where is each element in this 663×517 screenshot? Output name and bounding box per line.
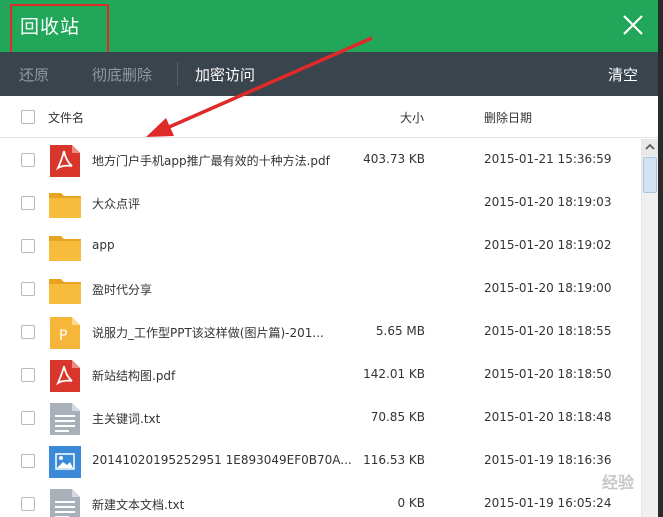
file-size: 403.73 KB	[363, 152, 425, 166]
file-row[interactable]: 大众点评 2015-01-20 18:19:03	[0, 182, 640, 225]
file-delete-date: 2015-01-21 15:36:59	[484, 152, 612, 166]
file-delete-date: 2015-01-20 18:18:48	[484, 410, 612, 424]
row-checkbox[interactable]	[21, 325, 35, 339]
file-delete-date: 2015-01-19 18:16:36	[484, 453, 612, 467]
column-header: 文件名 大小 删除日期	[0, 96, 658, 138]
file-row[interactable]: app 2015-01-20 18:19:02	[0, 225, 640, 268]
file-name[interactable]: 新站结构图.pdf	[92, 367, 175, 384]
file-size: 0 KB	[397, 496, 425, 510]
row-checkbox[interactable]	[21, 239, 35, 253]
close-button[interactable]	[616, 8, 650, 42]
chevron-up-icon	[645, 143, 655, 150]
file-name[interactable]: 主关键词.txt	[92, 410, 160, 427]
file-row[interactable]: 20141020195252951 1E893049EF0B70A... 116…	[0, 440, 640, 483]
pdf-icon	[48, 144, 82, 178]
select-all-checkbox[interactable]	[21, 110, 35, 124]
ppt-icon: P	[48, 316, 82, 350]
folder-icon	[48, 187, 82, 221]
folder-icon	[48, 273, 82, 307]
file-name[interactable]: 说服力_工作型PPT该这样做(图片篇)-201...	[92, 324, 324, 341]
image-icon	[48, 445, 82, 479]
toolbar: 还原 彻底删除 加密访问 清空	[0, 52, 658, 96]
txt-icon	[48, 402, 82, 436]
file-name[interactable]: 盈时代分享	[92, 281, 152, 298]
file-name[interactable]: 地方门户手机app推广最有效的十种方法.pdf	[92, 152, 330, 169]
file-delete-date: 2015-01-20 18:19:00	[484, 281, 612, 295]
permanent-delete-button[interactable]: 彻底删除	[92, 64, 152, 85]
close-icon	[623, 15, 643, 35]
file-delete-date: 2015-01-20 18:19:03	[484, 195, 612, 209]
file-delete-date: 2015-01-20 18:18:50	[484, 367, 612, 381]
row-checkbox[interactable]	[21, 153, 35, 167]
file-row[interactable]: 新站结构图.pdf 142.01 KB 2015-01-20 18:18:50	[0, 354, 640, 397]
encrypt-access-button[interactable]: 加密访问	[195, 64, 255, 85]
file-row[interactable]: P 说服力_工作型PPT该这样做(图片篇)-201... 5.65 MB 201…	[0, 311, 640, 354]
scroll-up-button[interactable]	[642, 139, 658, 156]
file-name[interactable]: 新建文本文档.txt	[92, 496, 184, 513]
column-name[interactable]: 文件名	[48, 109, 84, 126]
row-checkbox[interactable]	[21, 196, 35, 210]
svg-text:P: P	[59, 328, 67, 344]
file-row[interactable]: 盈时代分享 2015-01-20 18:19:00	[0, 268, 640, 311]
restore-button[interactable]: 还原	[19, 64, 49, 85]
file-size: 142.01 KB	[363, 367, 425, 381]
file-size: 70.85 KB	[370, 410, 425, 424]
scroll-thumb[interactable]	[643, 157, 657, 193]
file-size: 116.53 KB	[363, 453, 425, 467]
file-row[interactable]: 主关键词.txt 70.85 KB 2015-01-20 18:18:48	[0, 397, 640, 440]
column-size[interactable]: 大小	[400, 109, 424, 126]
file-delete-date: 2015-01-19 16:05:24	[484, 496, 612, 510]
file-name[interactable]: 大众点评	[92, 195, 140, 212]
file-size: 5.65 MB	[375, 324, 425, 338]
column-date[interactable]: 删除日期	[484, 109, 532, 126]
clear-button[interactable]: 清空	[608, 64, 638, 85]
txt-icon	[48, 488, 82, 517]
toolbar-divider	[177, 62, 178, 86]
row-checkbox[interactable]	[21, 411, 35, 425]
file-list: 地方门户手机app推广最有效的十种方法.pdf 403.73 KB 2015-0…	[0, 139, 640, 517]
row-checkbox[interactable]	[21, 497, 35, 511]
folder-icon	[48, 230, 82, 264]
file-name[interactable]: app	[92, 238, 115, 252]
watermark: 经验	[601, 473, 634, 492]
file-row[interactable]: 地方门户手机app推广最有效的十种方法.pdf 403.73 KB 2015-0…	[0, 139, 640, 182]
row-checkbox[interactable]	[21, 454, 35, 468]
recycle-bin-window: 回收站 还原 彻底删除 加密访问 清空 文件名 大小 删除日期 地方门户手机ap…	[0, 0, 658, 517]
row-checkbox[interactable]	[21, 368, 35, 382]
file-delete-date: 2015-01-20 18:18:55	[484, 324, 612, 338]
title-bar: 回收站	[0, 0, 658, 54]
scrollbar[interactable]	[641, 139, 658, 517]
title-highlight-box	[10, 4, 109, 54]
pdf-icon	[48, 359, 82, 393]
row-checkbox[interactable]	[21, 282, 35, 296]
file-delete-date: 2015-01-20 18:19:02	[484, 238, 612, 252]
file-row[interactable]: 新建文本文档.txt 0 KB 2015-01-19 16:05:24	[0, 483, 640, 517]
file-name[interactable]: 20141020195252951 1E893049EF0B70A...	[92, 453, 352, 467]
